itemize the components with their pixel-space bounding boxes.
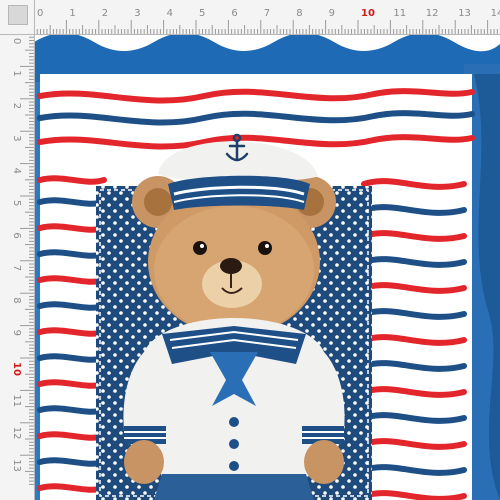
fabric-artboard bbox=[34, 34, 500, 500]
vertical-ruler-ticks: 012345678910111213 bbox=[11, 33, 34, 485]
ruler-label-horizontal: 14 bbox=[491, 8, 500, 19]
ruler-label-vertical: 3 bbox=[11, 135, 22, 141]
ruler-label-horizontal: 5 bbox=[199, 8, 205, 19]
ruler-label-horizontal: 10 bbox=[361, 8, 375, 19]
ruler-label-horizontal: 3 bbox=[134, 8, 140, 19]
bear-nose bbox=[220, 258, 242, 274]
sailor-bear-artwork bbox=[34, 34, 500, 500]
ruler-label-horizontal: 9 bbox=[329, 8, 335, 19]
ruler-label-vertical: 9 bbox=[11, 330, 22, 336]
ruler-label-horizontal: 0 bbox=[37, 8, 43, 19]
ruler-label-vertical: 6 bbox=[11, 232, 22, 238]
canvas-stage: 01234567891011121314 012345678910111213 bbox=[0, 0, 500, 500]
ruler-label-vertical: 4 bbox=[11, 168, 22, 174]
ruler-corner bbox=[0, 0, 35, 35]
ruler-label-vertical: 12 bbox=[11, 427, 22, 440]
ruler-label-vertical: 8 bbox=[11, 297, 22, 303]
ruler-label-horizontal: 2 bbox=[102, 8, 108, 19]
ruler-label-vertical: 0 bbox=[11, 38, 22, 44]
ruler-label-vertical: 11 bbox=[11, 394, 22, 407]
bear-eye-right bbox=[258, 241, 272, 255]
ruler-label-horizontal: 6 bbox=[231, 8, 237, 19]
sailor-trousers bbox=[154, 474, 314, 500]
ruler-label-horizontal: 13 bbox=[458, 8, 471, 19]
ruler-label-horizontal: 4 bbox=[167, 8, 173, 19]
horizontal-ruler[interactable]: 01234567891011121314 bbox=[0, 0, 500, 35]
ruler-label-horizontal: 12 bbox=[426, 8, 439, 19]
ruler-label-vertical: 5 bbox=[11, 200, 22, 206]
ruler-label-vertical: 7 bbox=[11, 265, 22, 271]
ruler-label-horizontal: 8 bbox=[296, 8, 302, 19]
vertical-ruler[interactable]: 0 1 2 3 4 5 6 7 8 9 10 11 12 13 bbox=[0, 0, 35, 500]
ruler-origin-box bbox=[8, 5, 28, 25]
ruler-label-vertical: 2 bbox=[11, 103, 22, 109]
ruler-label-horizontal: 7 bbox=[264, 8, 270, 19]
bear-eye-left bbox=[193, 241, 207, 255]
ruler-label-vertical: 1 bbox=[11, 70, 22, 76]
ruler-label-horizontal: 11 bbox=[393, 8, 406, 19]
ruler-label-vertical: 13 bbox=[11, 459, 22, 472]
ruler-label-vertical: 10 bbox=[11, 362, 22, 376]
ruler-label-horizontal: 1 bbox=[69, 8, 75, 19]
horizontal-ruler-ticks: 01234567891011121314 bbox=[33, 8, 500, 34]
